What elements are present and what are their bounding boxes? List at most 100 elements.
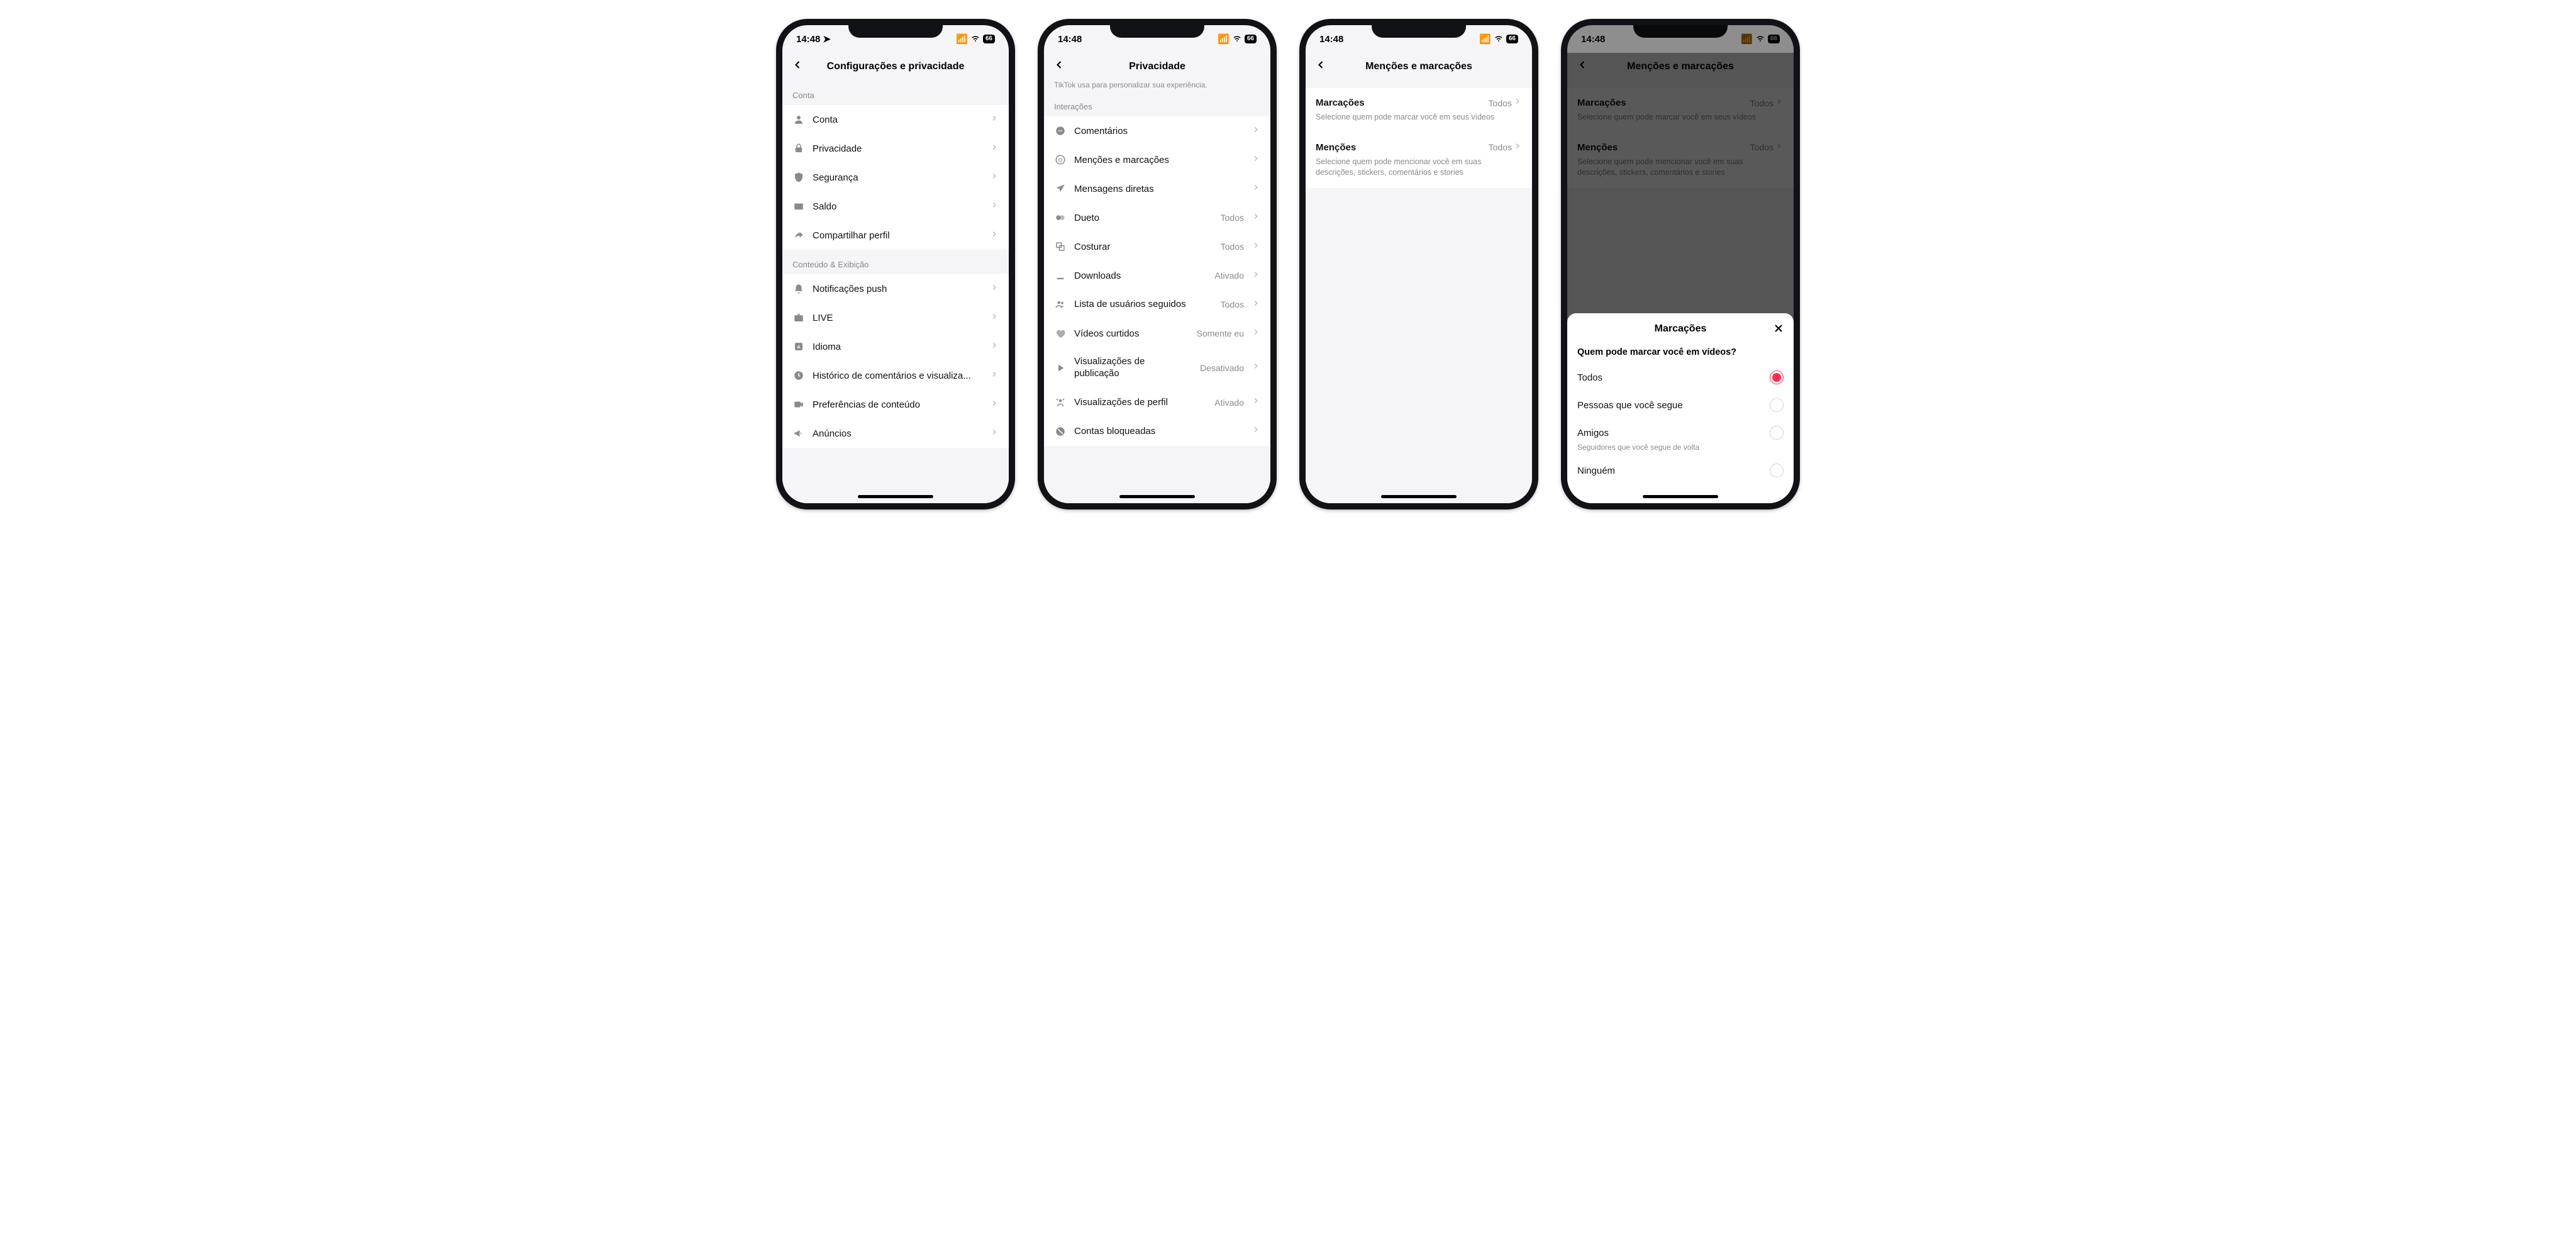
signal-icon: 📶 xyxy=(1479,33,1491,45)
row-value: Todos xyxy=(1221,299,1244,309)
chevron-right-icon xyxy=(1252,425,1260,437)
row-label: Conta xyxy=(813,114,982,125)
row-value: Todos xyxy=(1221,242,1244,252)
row-live[interactable]: LIVE xyxy=(782,303,1009,332)
battery-icon: 66 xyxy=(1245,35,1257,43)
setting-item[interactable]: Menções Todos Selecione quem pode mencio… xyxy=(1306,133,1532,188)
nav-header: Privacidade xyxy=(1044,53,1270,81)
back-button[interactable] xyxy=(791,58,804,75)
row-interaction[interactable]: Lista de usuários seguidos Todos xyxy=(1044,290,1270,319)
sheet-option[interactable]: Pessoas que você segue xyxy=(1567,391,1794,419)
chevron-right-icon xyxy=(1252,241,1260,253)
row-seguranca[interactable]: Segurança xyxy=(782,163,1009,192)
sheet-header: Marcações xyxy=(1567,313,1794,345)
sheet-title: Marcações xyxy=(1655,323,1707,335)
row-label: Visualizações de publicação xyxy=(1074,356,1192,380)
wallet-icon xyxy=(792,200,805,213)
row-interaction[interactable]: @ Menções e marcações xyxy=(1044,145,1270,174)
row-interaction[interactable]: Downloads Ativado xyxy=(1044,261,1270,290)
row-interaction[interactable]: Contas bloqueadas xyxy=(1044,417,1270,446)
lock-icon xyxy=(792,142,805,155)
home-indicator[interactable] xyxy=(1643,495,1718,498)
phone-frame: 14:48 📶 66 Menções e marcações Marcações… xyxy=(1299,19,1538,510)
row-anuncios[interactable]: Anúncios xyxy=(782,419,1009,448)
row-label: Saldo xyxy=(813,201,982,212)
chevron-right-icon xyxy=(1252,154,1260,166)
row-interaction[interactable]: Visualizações de publicação Desativado xyxy=(1044,348,1270,388)
chevron-right-icon xyxy=(990,341,999,353)
phone-frame: 14:48 📶 66 Privacidade TikTok usa para p… xyxy=(1038,19,1277,510)
row-privacidade[interactable]: Privacidade xyxy=(782,134,1009,163)
option-label: Pessoas que você segue xyxy=(1577,400,1683,411)
nav-title: Menções e marcações xyxy=(1365,61,1472,72)
row-preferencias[interactable]: Preferências de conteúdo xyxy=(782,390,1009,419)
close-button[interactable] xyxy=(1772,322,1785,338)
back-button[interactable] xyxy=(1053,58,1065,75)
option-label: Amigos xyxy=(1577,428,1609,438)
sheet-option[interactable]: Ninguém xyxy=(1567,457,1794,484)
row-interaction[interactable]: Vídeos curtidos Somente eu xyxy=(1044,319,1270,348)
home-indicator[interactable] xyxy=(858,495,933,498)
wifi-icon xyxy=(970,33,980,45)
row-idioma[interactable]: A Idioma xyxy=(782,332,1009,361)
nav-header: Configurações e privacidade xyxy=(782,53,1009,81)
home-indicator[interactable] xyxy=(1119,495,1195,498)
setting-title: Menções xyxy=(1316,142,1356,153)
row-conta[interactable]: Conta xyxy=(782,105,1009,134)
setting-item[interactable]: Marcações Todos Selecione quem pode marc… xyxy=(1306,88,1532,133)
sheet-option[interactable]: Todos xyxy=(1567,364,1794,391)
chevron-right-icon xyxy=(990,172,999,184)
row-label: Contas bloqueadas xyxy=(1074,426,1244,437)
home-indicator[interactable] xyxy=(1381,495,1457,498)
row-label: Menções e marcações xyxy=(1074,155,1244,165)
chevron-right-icon xyxy=(1252,212,1260,224)
chevron-right-icon xyxy=(990,283,999,295)
row-interaction[interactable]: Visualizações de perfil Ativado xyxy=(1044,388,1270,417)
chevron-right-icon xyxy=(990,230,999,242)
phone-frame: 14:48 📶 66 Menções e marcações Marcações… xyxy=(1561,19,1800,510)
radio-button[interactable] xyxy=(1770,370,1784,384)
content[interactable]: TikTok usa para personalizar sua experiê… xyxy=(1044,81,1270,503)
row-saldo[interactable]: Saldo xyxy=(782,192,1009,221)
settings-block: Marcações Todos Selecione quem pode marc… xyxy=(1306,88,1532,188)
row-value: Somente eu xyxy=(1197,328,1245,338)
radio-button[interactable] xyxy=(1770,426,1784,440)
section-interactions: Comentários @ Menções e marcações Mensag… xyxy=(1044,116,1270,446)
back-button[interactable] xyxy=(1314,58,1327,75)
content[interactable]: Marcações Todos Selecione quem pode marc… xyxy=(1306,81,1532,503)
row-notificacoes[interactable]: Notificações push xyxy=(782,274,1009,303)
live-icon xyxy=(792,311,805,324)
setting-value: Todos xyxy=(1489,98,1512,108)
bottom-sheet: Marcações Quem pode marcar você em vídeo… xyxy=(1567,313,1794,503)
chevron-right-icon xyxy=(1252,270,1260,282)
row-interaction[interactable]: Dueto Todos xyxy=(1044,203,1270,232)
option-label: Todos xyxy=(1577,372,1602,383)
status-time: 14:48 xyxy=(1319,34,1343,45)
row-icon xyxy=(1054,425,1067,438)
sheet-question: Quem pode marcar você em vídeos? xyxy=(1567,345,1794,364)
megaphone-icon xyxy=(792,427,805,440)
row-compartilhar[interactable]: Compartilhar perfil xyxy=(782,221,1009,250)
notch xyxy=(1110,19,1204,38)
section-header-content: Conteúdo & Exibição xyxy=(782,250,1009,274)
location-icon: ➤ xyxy=(823,33,831,45)
chevron-right-icon xyxy=(990,143,999,155)
row-value: Todos xyxy=(1221,213,1244,223)
row-icon xyxy=(1054,125,1067,137)
radio-button[interactable] xyxy=(1770,464,1784,477)
row-historico[interactable]: Histórico de comentários e visualiza... xyxy=(782,361,1009,390)
section-header-interactions: Interações xyxy=(1044,92,1270,116)
status-time: 14:48 xyxy=(796,34,820,45)
row-interaction[interactable]: Costurar Todos xyxy=(1044,232,1270,261)
row-label: Mensagens diretas xyxy=(1074,184,1244,194)
chevron-right-icon xyxy=(1252,125,1260,137)
person-icon xyxy=(792,113,805,126)
partial-description: TikTok usa para personalizar sua experiê… xyxy=(1044,81,1270,92)
content[interactable]: Conta Conta Privacidade Segurança xyxy=(782,81,1009,503)
row-label: Notificações push xyxy=(813,284,982,294)
radio-button[interactable] xyxy=(1770,398,1784,412)
row-icon xyxy=(1054,240,1067,253)
chevron-right-icon xyxy=(1252,362,1260,374)
row-interaction[interactable]: Comentários xyxy=(1044,116,1270,145)
row-interaction[interactable]: Mensagens diretas xyxy=(1044,174,1270,203)
